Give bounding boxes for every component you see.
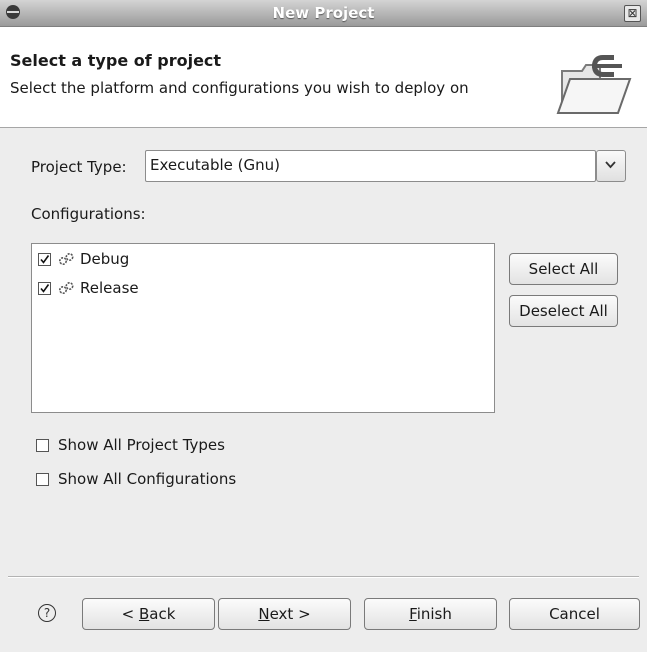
back-button-prefix: < (121, 605, 139, 623)
checkmark-icon (40, 283, 50, 293)
back-button[interactable]: < Back (82, 598, 215, 630)
next-button-label: ext > (269, 605, 311, 623)
show-all-project-types-checkbox[interactable] (36, 438, 49, 452)
show-all-configurations-row[interactable]: Show All Configurations (36, 470, 236, 488)
release-label: Release (80, 279, 139, 297)
footer-separator (8, 576, 639, 578)
new-project-dialog: New Project ⊠ Select a type of project S… (0, 0, 647, 652)
show-all-project-types-label: Show All Project Types (58, 436, 225, 454)
finish-button[interactable]: Finish (364, 598, 497, 630)
gear-icon (58, 252, 74, 266)
project-type-dropdown-button[interactable] (596, 150, 626, 182)
show-all-project-types-row[interactable]: Show All Project Types (36, 436, 225, 454)
project-type-label: Project Type: (31, 158, 127, 176)
back-button-mnemonic: B (138, 605, 150, 623)
project-type-combo[interactable]: Executable (Gnu) (145, 150, 596, 182)
help-icon[interactable]: ? (38, 604, 56, 622)
back-button-label: ack (149, 605, 176, 623)
title-bar[interactable]: New Project ⊠ (0, 0, 647, 27)
next-button-mnemonic: N (258, 605, 270, 623)
next-button[interactable]: Next > (218, 598, 351, 630)
close-button[interactable]: ⊠ (624, 5, 641, 22)
select-all-button[interactable]: Select All (509, 253, 618, 285)
cancel-button[interactable]: Cancel (509, 598, 640, 630)
page-description: Select the platform and configurations y… (10, 79, 469, 97)
wizard-header: Select a type of project Select the plat… (0, 27, 647, 128)
debug-label: Debug (80, 250, 130, 268)
gear-icon (58, 281, 74, 295)
page-title: Select a type of project (10, 51, 222, 70)
configurations-list[interactable]: Debug Release (31, 243, 495, 413)
project-type-value: Executable (Gnu) (150, 156, 280, 174)
window-title: New Project (272, 4, 375, 22)
release-checkbox[interactable] (38, 281, 51, 295)
show-all-configurations-label: Show All Configurations (58, 470, 237, 488)
checkmark-icon (40, 254, 50, 264)
debug-checkbox[interactable] (38, 252, 51, 266)
list-item-debug[interactable]: Debug (38, 249, 129, 269)
chevron-down-icon (605, 161, 616, 169)
finish-button-mnemonic: F (409, 605, 417, 623)
folder-c-wizard-icon (556, 55, 632, 114)
list-item-release[interactable]: Release (38, 278, 139, 298)
show-all-configurations-checkbox[interactable] (36, 472, 49, 486)
finish-button-label: inish (416, 605, 452, 623)
configurations-label: Configurations: (31, 205, 146, 223)
deselect-all-button[interactable]: Deselect All (509, 295, 618, 327)
